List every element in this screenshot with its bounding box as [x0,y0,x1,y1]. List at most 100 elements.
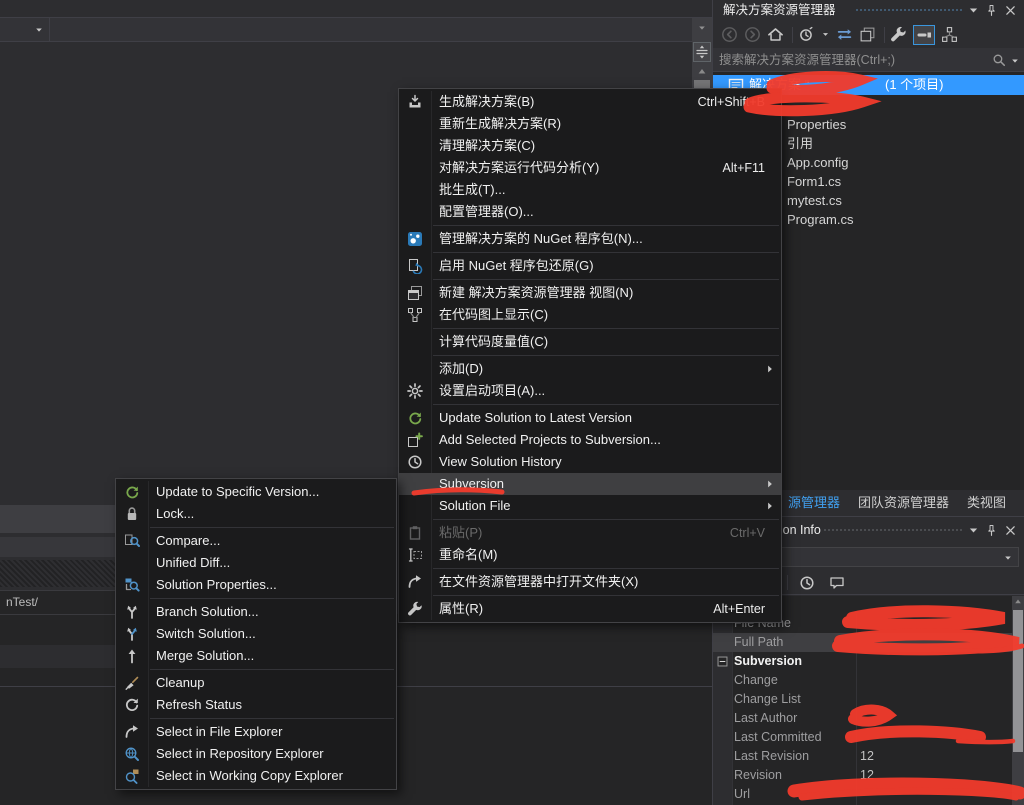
menu-item[interactable]: 粘贴(P)Ctrl+V [399,522,781,544]
tab-inactive[interactable]: 团队资源管理器 [849,490,958,516]
chevron-down-icon[interactable] [821,26,830,43]
pending-changes-filter-icon[interactable] [798,26,815,43]
path-text: nTest/ [6,595,38,609]
property-row[interactable]: Last Author [713,709,1013,728]
property-row[interactable]: Change List [713,690,1013,709]
menu-item[interactable]: View Solution History [399,451,781,473]
menu-item[interactable]: 启用 NuGet 程序包还原(G) [399,255,781,277]
comment-icon[interactable] [829,575,845,591]
property-row[interactable]: Revision12 [713,766,1013,785]
menu-item[interactable]: Branch Solution... [116,601,396,623]
property-value: 12 [860,766,874,785]
close-icon[interactable] [1004,4,1017,17]
menu-item[interactable]: Subversion [399,473,781,495]
pin-icon[interactable] [985,524,998,537]
close-icon[interactable] [1004,524,1017,537]
splitter-handle-icon[interactable] [693,42,711,62]
menu-item-label: 设置启动项目(A)... [439,383,545,398]
menu-item[interactable]: 计算代码度量值(C) [399,331,781,353]
menu-item[interactable]: 重新生成解决方案(R) [399,113,781,135]
menu-item-label: Lock... [156,506,194,521]
chevron-down-icon[interactable] [1010,56,1020,66]
forward-icon[interactable] [744,26,761,43]
menu-item[interactable]: 管理解决方案的 NuGet 程序包(N)... [399,228,781,250]
chevron-down-icon [34,25,44,35]
menu-item[interactable]: Cleanup [116,672,396,694]
menu-item[interactable]: 批生成(T)... [399,179,781,201]
search-input[interactable] [713,48,1005,71]
menu-item-label: 批生成(T)... [439,182,505,197]
menu-item[interactable]: 对解决方案运行代码分析(Y) Alt+F11 [399,157,781,179]
menu-item[interactable]: Update Solution to Latest Version [399,407,781,429]
sync-icon[interactable] [836,26,853,43]
preview-selected-icon[interactable] [913,25,935,45]
solution-explorer-search[interactable] [713,48,1024,72]
submenu-arrow-icon [764,478,776,490]
grid-scrollbar[interactable] [1012,596,1024,805]
menu-item-shortcut: Ctrl+Shift+B [698,91,765,113]
cleanup-icon [124,675,140,691]
property-row[interactable]: Change [713,671,1013,690]
menu-item[interactable]: Solution Properties... [116,574,396,596]
menu-item-label: 对解决方案运行代码分析(Y) [439,160,599,175]
chevron-down-icon[interactable] [697,23,707,33]
scrollbar-thumb[interactable] [1013,610,1023,752]
window-position-icon[interactable] [967,4,980,17]
sync-selection-icon[interactable] [941,26,958,43]
menu-item[interactable]: 配置管理器(O)... [399,201,781,223]
back-icon[interactable] [721,26,738,43]
background-band [0,645,115,668]
menu-item[interactable]: 新建 解决方案资源管理器 视图(N) [399,282,781,304]
menu-item-label: 管理解决方案的 NuGet 程序包(N)... [439,231,643,246]
menu-item-shortcut: Alt+F11 [723,157,766,179]
menu-item[interactable]: Select in File Explorer [116,721,396,743]
menu-separator [433,252,779,253]
solution-explorer-toolbar [713,21,1024,48]
property-row[interactable]: Full Path [713,633,1013,652]
menu-item[interactable]: 在代码图上显示(C) [399,304,781,326]
property-category-row[interactable]: Subversion [713,652,1013,671]
menu-item[interactable]: 在文件资源管理器中打开文件夹(X) [399,571,781,593]
menu-item-label: 配置管理器(O)... [439,204,534,219]
scroll-up-icon[interactable] [696,66,708,78]
menu-item[interactable]: 重命名(M) [399,544,781,566]
menu-item-label: Branch Solution... [156,604,259,619]
background-band [0,505,115,533]
search-icon[interactable] [992,53,1006,67]
menu-item[interactable]: 属性(R)Alt+Enter [399,598,781,620]
scroll-up-icon[interactable] [1013,597,1023,607]
menu-item[interactable]: Unified Diff... [116,552,396,574]
menu-item[interactable]: Add Selected Projects to Subversion... [399,429,781,451]
menu-item-label: 在文件资源管理器中打开文件夹(X) [439,574,638,589]
menu-item[interactable]: Switch Solution... [116,623,396,645]
menu-item[interactable]: 设置启动项目(A)... [399,380,781,402]
copy-stack-icon[interactable] [859,26,876,43]
menu-item[interactable]: Merge Solution... [116,645,396,667]
home-icon[interactable] [767,26,784,43]
window-position-icon[interactable] [967,524,980,537]
submenu-arrow-icon [764,363,776,375]
property-row[interactable]: Last Committed [713,728,1013,747]
menu-item[interactable]: 清理解决方案(C) [399,135,781,157]
tab-inactive[interactable]: 类视图 [958,490,1015,516]
menu-item[interactable]: Lock... [116,503,396,525]
pin-icon[interactable] [985,4,998,17]
history-icon[interactable] [799,575,815,591]
menu-item[interactable]: Solution File [399,495,781,517]
menu-item[interactable]: Compare... [116,530,396,552]
collapse-expander-icon[interactable] [717,656,728,667]
properties-wrench-icon[interactable] [890,26,907,43]
menu-item-label: 重命名(M) [439,547,498,562]
menu-item[interactable]: 生成解决方案(B)Ctrl+Shift+B [399,91,781,113]
menu-item[interactable]: Select in Repository Explorer [116,743,396,765]
menu-item[interactable]: 添加(D) [399,358,781,380]
property-row[interactable]: Last Revision12 [713,747,1013,766]
menu-item[interactable]: Refresh Status [116,694,396,716]
solution-explorer-title-bar[interactable]: 解决方案资源管理器 [713,0,1024,21]
tab-active[interactable]: 源管理器 [779,490,849,516]
menu-item[interactable]: Select in Working Copy Explorer [116,765,396,787]
property-row[interactable]: Url [713,785,1013,804]
menu-item-label: 清理解决方案(C) [439,138,535,153]
editor-nav-combo[interactable] [0,18,50,41]
menu-item[interactable]: Update to Specific Version... [116,481,396,503]
